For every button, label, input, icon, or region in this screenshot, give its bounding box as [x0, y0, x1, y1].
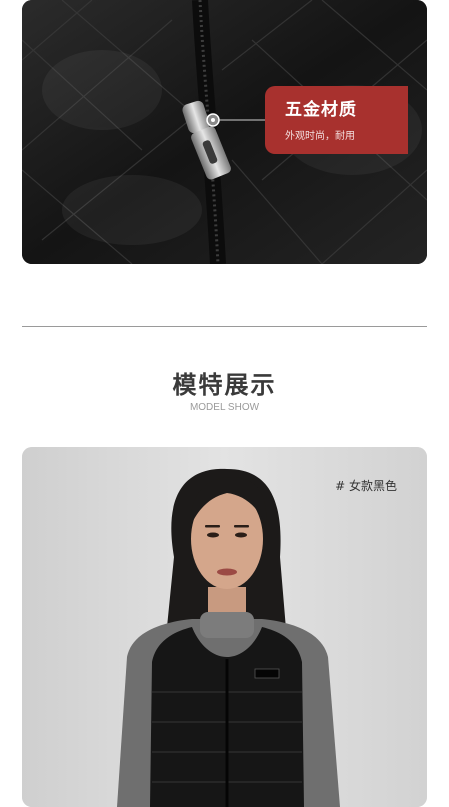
- section-subtitle: MODEL SHOW: [189, 402, 260, 413]
- feature-callout: 五金材质 外观时尚，耐用: [265, 86, 408, 154]
- callout-subtitle: 外观时尚，耐用: [285, 131, 355, 142]
- model-illustration: [22, 447, 427, 807]
- vest-label-icon: [254, 668, 280, 679]
- callout-title: 五金材质: [285, 100, 357, 120]
- color-variant-tag: # 女款黑色: [335, 479, 397, 493]
- section-divider: [22, 326, 427, 327]
- section-title: 模特展示: [172, 371, 277, 399]
- model-photo: # 女款黑色: [22, 447, 427, 807]
